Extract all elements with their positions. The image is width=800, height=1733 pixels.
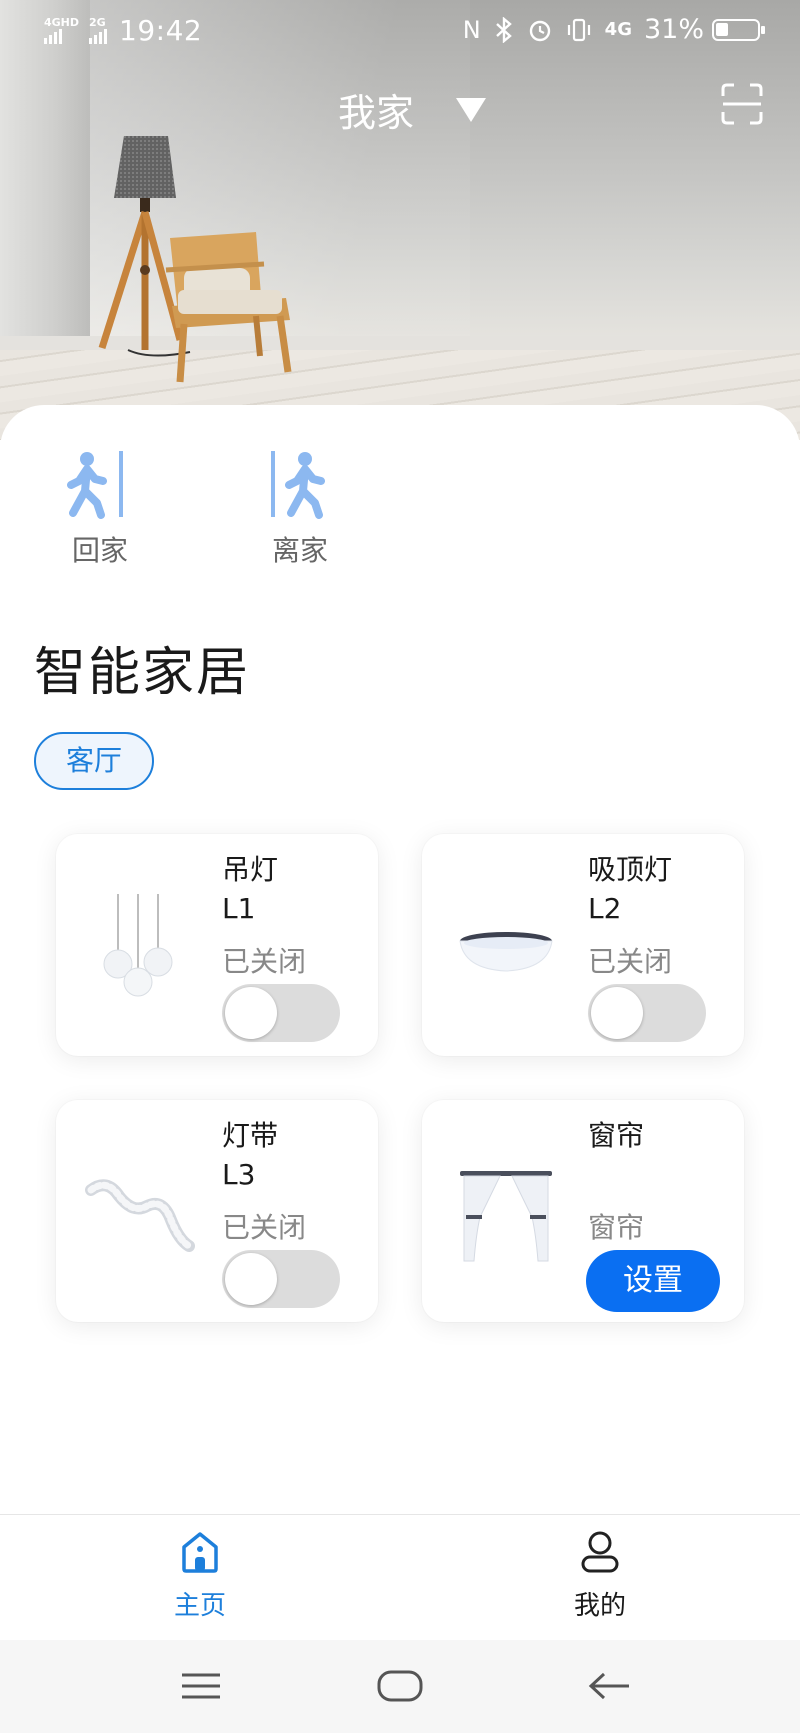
toggle-knob — [225, 1253, 277, 1305]
device-state: 窗帘 — [588, 1211, 645, 1244]
triangle-down-icon — [456, 97, 487, 122]
home-icon — [182, 1532, 218, 1573]
home-selector[interactable]: 我家 — [338, 82, 487, 137]
scan-frame-icon[interactable] — [720, 82, 764, 126]
signal-bars-icon — [44, 28, 79, 44]
nav-me[interactable]: 我的 — [540, 1529, 660, 1622]
device-name: 灯带 — [222, 1119, 279, 1152]
bottom-nav: 主页 我的 — [0, 1514, 800, 1640]
ceiling-lamp-icon — [459, 932, 553, 972]
menu-icon[interactable] — [180, 1664, 222, 1708]
home-circle-icon[interactable] — [376, 1664, 424, 1708]
power-toggle[interactable] — [222, 984, 340, 1042]
network-indicator-4g: 4GHD — [44, 17, 79, 44]
system-nav-bar — [0, 1640, 800, 1733]
toggle-knob — [225, 987, 277, 1039]
device-name: 吊灯 — [222, 853, 279, 886]
lamp-chair-illustration — [98, 136, 292, 383]
room-chip-living-room[interactable]: 客厅 — [34, 732, 154, 790]
battery-fill — [716, 22, 728, 36]
walk-in-icon — [67, 451, 123, 519]
power-toggle[interactable] — [588, 984, 706, 1042]
device-code: L2 — [588, 892, 622, 925]
scene-label: 回家 — [71, 534, 128, 567]
battery-percent: 31% — [643, 14, 704, 45]
device-state: 已关闭 — [588, 945, 673, 978]
device-state: 已关闭 — [222, 945, 307, 978]
device-card-pendant[interactable]: 吊灯 L1 已关闭 — [56, 834, 378, 1056]
vibrate-icon — [567, 18, 590, 41]
network-indicator-2g: 2G — [89, 16, 108, 44]
home-name: 我家 — [338, 91, 415, 135]
network-label: 2G — [89, 16, 106, 29]
nfc-icon: N — [462, 15, 481, 44]
walk-out-icon — [271, 451, 325, 519]
device-card-strip[interactable]: 灯带 L3 已关闭 — [56, 1100, 378, 1322]
device-name: 窗帘 — [588, 1119, 645, 1152]
section-title: 智能家居 — [34, 643, 251, 703]
hero-banner: 4GHD 2G 19:42 N 4G 31% 我家 — [0, 0, 800, 440]
scene-come-home[interactable]: 回家 — [50, 445, 150, 569]
light-strip-icon — [85, 1179, 195, 1252]
alarm-icon — [529, 20, 550, 41]
network-label: 4GHD — [44, 16, 80, 29]
toggle-knob — [591, 987, 643, 1039]
device-card-curtain[interactable]: 窗帘 窗帘 设置 — [422, 1100, 744, 1322]
scene-label: 离家 — [271, 534, 328, 567]
back-icon[interactable] — [588, 1664, 632, 1708]
lte-indicator: 4G — [604, 19, 632, 40]
signal-bars-icon — [89, 28, 108, 44]
bluetooth-icon — [495, 16, 512, 43]
nav-me-label: 我的 — [573, 1591, 626, 1621]
pendant-lamp-icon — [103, 894, 173, 997]
battery-icon — [712, 18, 765, 41]
curtain-settings-button[interactable]: 设置 — [586, 1250, 720, 1312]
curtain-icon — [460, 1171, 552, 1262]
nav-home-label: 主页 — [173, 1591, 226, 1621]
status-bar: 4GHD 2G 19:42 N 4G 31% — [0, 0, 800, 64]
device-code: L1 — [222, 892, 256, 925]
device-name: 吸顶灯 — [588, 853, 673, 886]
scene-leave-home[interactable]: 离家 — [250, 445, 350, 569]
power-toggle[interactable] — [222, 1250, 340, 1308]
device-card-ceiling[interactable]: 吸顶灯 L2 已关闭 — [422, 834, 744, 1056]
device-code: L3 — [222, 1158, 256, 1191]
nav-home[interactable]: 主页 — [140, 1529, 260, 1622]
clock: 19:42 — [119, 14, 203, 47]
user-icon — [581, 1531, 619, 1573]
device-state: 已关闭 — [222, 1211, 307, 1244]
